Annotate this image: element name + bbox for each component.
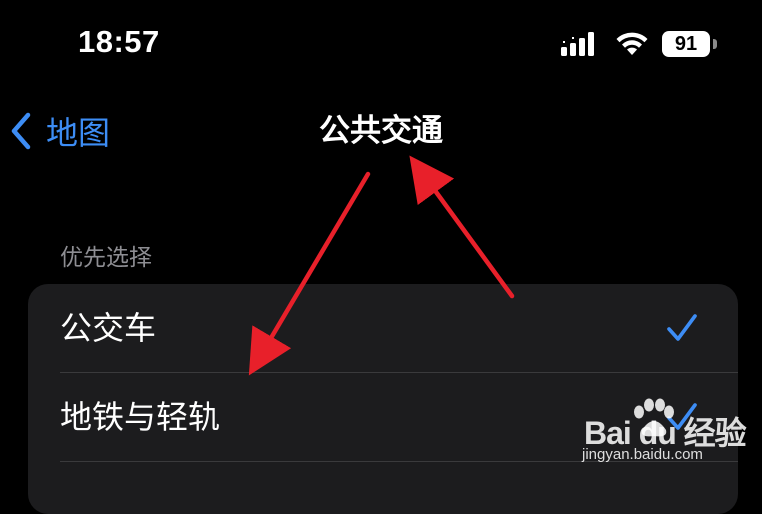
checkmark-icon (667, 403, 697, 430)
battery-level: 91 (662, 31, 710, 57)
annotation-arrow-to-title (409, 155, 515, 299)
wifi-icon (616, 32, 648, 55)
row-divider (60, 461, 738, 462)
page-title: 公共交通 (319, 113, 443, 149)
battery-icon: 91 (662, 31, 718, 57)
status-bar: 18:57 91 (0, 0, 762, 90)
signal-icon (561, 32, 594, 56)
section-header: 优先选择 (60, 245, 152, 271)
option-row-metro[interactable]: 地铁与轻轨 (28, 373, 738, 461)
option-label: 地铁与轻轨 (60, 398, 221, 436)
back-button-label: 地图 (46, 114, 111, 152)
checkmark-icon (667, 314, 697, 341)
chevron-left-icon (11, 112, 31, 150)
option-label: 公交车 (60, 309, 157, 347)
option-row-bus[interactable]: 公交车 (28, 284, 738, 372)
transit-preference-list: 公交车 地铁与轻轨 (28, 284, 738, 514)
status-time: 18:57 (78, 24, 160, 59)
back-button[interactable]: 地图 (10, 108, 110, 154)
battery-cap (713, 39, 717, 49)
